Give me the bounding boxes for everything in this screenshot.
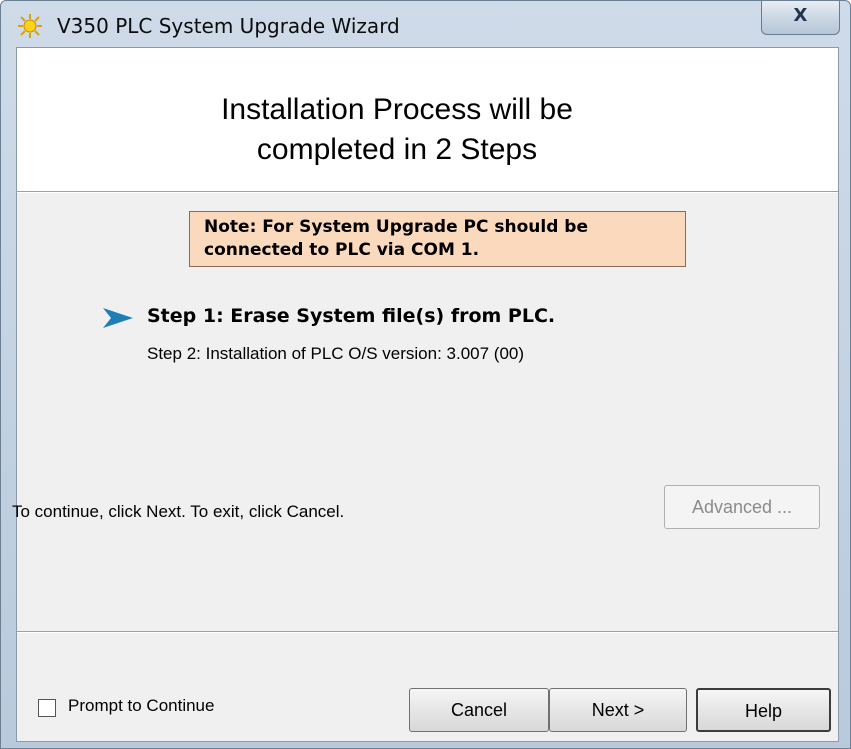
step-2-label: Step 2: Installation of PLC O/S version:… bbox=[147, 344, 525, 363]
close-button[interactable]: X bbox=[761, 1, 840, 35]
wizard-window: V350 PLC System Upgrade Wizard X Install… bbox=[0, 0, 851, 749]
window-title: V350 PLC System Upgrade Wizard bbox=[57, 14, 400, 38]
note-box: Note: For System Upgrade PC should be co… bbox=[189, 211, 686, 267]
arrow-right-icon bbox=[103, 308, 133, 328]
header-panel: Installation Process will be completed i… bbox=[17, 48, 838, 191]
title-bar[interactable]: V350 PLC System Upgrade Wizard X bbox=[1, 1, 850, 47]
prompt-to-continue-label[interactable]: Prompt to Continue bbox=[68, 696, 214, 716]
sun-icon bbox=[18, 14, 42, 38]
next-button[interactable]: Next > bbox=[549, 688, 687, 732]
instruction-text: To continue, click Next. To exit, click … bbox=[12, 502, 345, 521]
cancel-button[interactable]: Cancel bbox=[409, 688, 549, 732]
page-title: Installation Process will be completed i… bbox=[221, 93, 573, 166]
prompt-to-continue-checkbox[interactable] bbox=[38, 699, 56, 717]
footer-divider bbox=[17, 631, 838, 633]
wizard-body: Installation Process will be completed i… bbox=[12, 47, 839, 742]
help-button[interactable]: Help bbox=[696, 688, 831, 732]
header-divider bbox=[17, 191, 838, 193]
advanced-button[interactable]: Advanced ... bbox=[664, 485, 820, 529]
step-1-label: Step 1: Erase System file(s) from PLC. bbox=[147, 305, 556, 327]
